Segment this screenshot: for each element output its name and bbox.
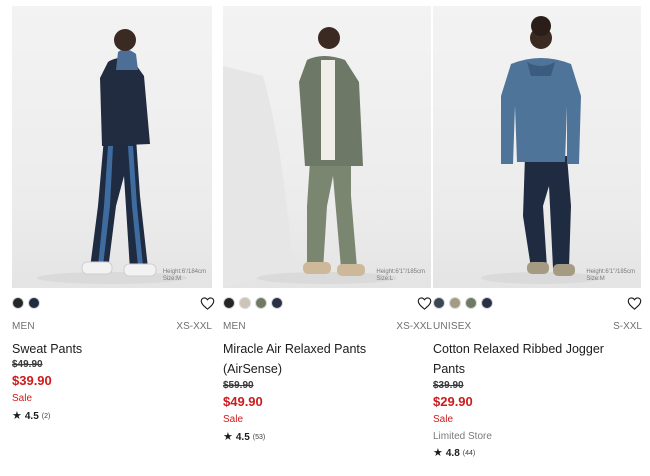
star-icon: ★ <box>223 431 233 443</box>
star-icon: ★ <box>433 447 443 459</box>
color-swatch[interactable] <box>12 297 24 309</box>
color-swatches <box>223 297 283 311</box>
rating-value: 4.5 <box>24 410 39 422</box>
rating-value: 4.5 <box>235 431 250 443</box>
gender-label: UNISEX <box>433 321 472 332</box>
heart-outline-icon[interactable] <box>627 296 642 311</box>
product-name[interactable]: Miracle Air Relaxed Pants (AirSense) <box>223 339 419 379</box>
product-image[interactable]: Height:6'1"/185cm Size:M <box>433 6 641 288</box>
model-photo-illustration <box>37 29 187 284</box>
rating[interactable]: ★ 4.5 (2) <box>12 410 52 422</box>
gender-label: MEN <box>223 321 246 332</box>
sale-price: $39.90 <box>12 373 52 388</box>
product-card[interactable]: Height:6'/184cm Size:M MEN XS-XXL Sweat … <box>0 0 215 476</box>
rating[interactable]: ★ 4.5 (53) <box>223 431 265 443</box>
product-name[interactable]: Cotton Relaxed Ribbed Jogger Pants <box>433 339 629 379</box>
sale-label: Sale <box>433 414 454 425</box>
model-info-caption: Height:6'1"/185cm Size:L <box>376 269 425 282</box>
sale-label: Sale <box>12 393 33 404</box>
product-card[interactable]: Height:6'1"/185cm Size:L MEN XS-XXL Mira… <box>220 0 432 476</box>
color-swatch[interactable] <box>223 297 235 309</box>
sale-price: $29.90 <box>433 394 473 409</box>
price-block: $59.90 $49.90 Sale ★ 4.5 (53) <box>223 379 265 443</box>
model-info-caption: Height:6'/184cm Size:M <box>162 269 206 282</box>
color-swatch[interactable] <box>465 297 477 309</box>
size-range: XS-XXL <box>176 321 212 332</box>
store-label: Limited Store <box>433 431 492 442</box>
color-swatch[interactable] <box>255 297 267 309</box>
product-grid: Height:6'/184cm Size:M MEN XS-XXL Sweat … <box>0 0 650 476</box>
color-swatch[interactable] <box>239 297 251 309</box>
size-range: S-XXL <box>613 321 642 332</box>
review-count: (44) <box>462 449 476 457</box>
product-image[interactable]: Height:6'/184cm Size:M <box>12 6 212 288</box>
color-swatch[interactable] <box>481 297 493 309</box>
rating-value: 4.8 <box>445 447 460 459</box>
color-swatches <box>12 297 40 311</box>
model-photo-illustration <box>481 16 601 284</box>
product-card[interactable]: Height:6'1"/185cm Size:M UNISEX S-XXL Co… <box>430 0 642 476</box>
rating[interactable]: ★ 4.8 (44) <box>433 447 492 459</box>
model-info-caption: Height:6'1"/185cm Size:M <box>586 269 635 282</box>
original-price: $49.90 <box>12 359 43 370</box>
price-block: $49.90 $39.90 Sale ★ 4.5 (2) <box>12 358 52 422</box>
review-count: (53) <box>252 433 266 441</box>
sale-price: $49.90 <box>223 394 263 409</box>
color-swatch[interactable] <box>433 297 445 309</box>
review-count: (2) <box>41 412 51 420</box>
star-icon: ★ <box>12 410 22 422</box>
color-swatch[interactable] <box>28 297 40 309</box>
gender-label: MEN <box>12 321 35 332</box>
price-block: $39.90 $29.90 Sale Limited Store ★ 4.8 (… <box>433 379 492 459</box>
model-photo-illustration <box>223 27 397 288</box>
product-name[interactable]: Sweat Pants <box>12 339 208 359</box>
original-price: $59.90 <box>223 380 254 391</box>
original-price: $39.90 <box>433 380 464 391</box>
color-swatch[interactable] <box>449 297 461 309</box>
heart-outline-icon[interactable] <box>200 296 215 311</box>
size-range: XS-XXL <box>396 321 432 332</box>
color-swatches <box>433 297 493 311</box>
sale-label: Sale <box>223 414 244 425</box>
product-image[interactable]: Height:6'1"/185cm Size:L <box>223 6 431 288</box>
color-swatch[interactable] <box>271 297 283 309</box>
